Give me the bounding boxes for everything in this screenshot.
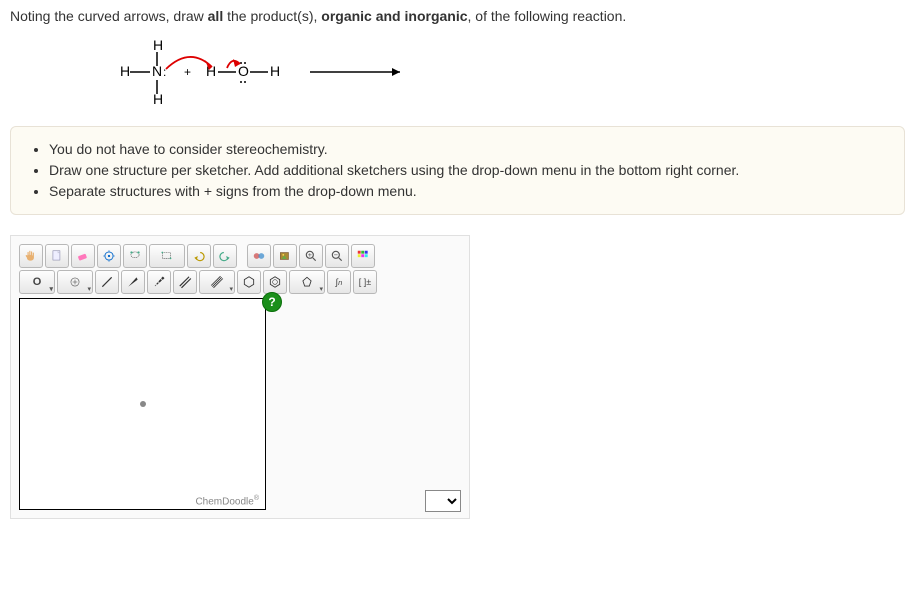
toolbar-row-1: [19, 244, 461, 268]
plus-sign: +: [184, 65, 191, 79]
erase-icon[interactable]: [71, 244, 95, 268]
atom-H: H: [153, 91, 163, 106]
hint-item: Draw one structure per sketcher. Add add…: [49, 160, 888, 181]
atom-H: H: [120, 63, 130, 79]
copy-image-icon[interactable]: [273, 244, 297, 268]
chain-tool-icon[interactable]: ∫n: [327, 270, 351, 294]
hint-item: You do not have to consider stereochemis…: [49, 139, 888, 160]
marquee-icon[interactable]: [149, 244, 185, 268]
toolbar-row-2: O ∫n [ ]±: [19, 270, 461, 294]
lone-pair: :: [163, 65, 166, 79]
hand-tool-icon[interactable]: [19, 244, 43, 268]
canvas-center-dot: [140, 401, 146, 407]
ring-benzene-icon[interactable]: [263, 270, 287, 294]
ring-hexagon-icon[interactable]: [237, 270, 261, 294]
element-select[interactable]: O: [19, 270, 55, 294]
bond-recessed-icon[interactable]: [147, 270, 171, 294]
bond-wedge-icon[interactable]: [121, 270, 145, 294]
file-icon[interactable]: [45, 244, 69, 268]
bond-triple-icon[interactable]: [199, 270, 235, 294]
reaction-display: H N : H H + H O H: [110, 36, 905, 106]
add-atom-icon[interactable]: [57, 270, 93, 294]
color-picker-icon[interactable]: [351, 244, 375, 268]
atom-H: H: [270, 63, 280, 79]
redo-icon[interactable]: [213, 244, 237, 268]
help-button[interactable]: ?: [262, 292, 282, 312]
question-text: Noting the curved arrows, draw all the p…: [10, 8, 905, 24]
atom-O: O: [238, 63, 249, 79]
hint-item: Separate structures with + signs from th…: [49, 181, 888, 202]
zoom-out-icon[interactable]: [325, 244, 349, 268]
add-sketcher-select[interactable]: [425, 490, 461, 512]
hint-box: You do not have to consider stereochemis…: [10, 126, 905, 215]
undo-icon[interactable]: [187, 244, 211, 268]
zoom-in-icon[interactable]: [299, 244, 323, 268]
bond-single-icon[interactable]: [95, 270, 119, 294]
view3d-icon[interactable]: [247, 244, 271, 268]
chemdoodle-watermark: ChemDoodle®: [195, 495, 259, 507]
sketcher-panel: O ∫n [ ]± ChemDoodle® ?: [10, 235, 470, 519]
charge-bracket-icon[interactable]: [ ]±: [353, 270, 377, 294]
sketch-canvas[interactable]: ChemDoodle®: [19, 298, 266, 510]
ring-other-icon[interactable]: [289, 270, 325, 294]
atom-H: H: [153, 37, 163, 53]
lasso-icon[interactable]: [123, 244, 147, 268]
bond-double-icon[interactable]: [173, 270, 197, 294]
center-icon[interactable]: [97, 244, 121, 268]
